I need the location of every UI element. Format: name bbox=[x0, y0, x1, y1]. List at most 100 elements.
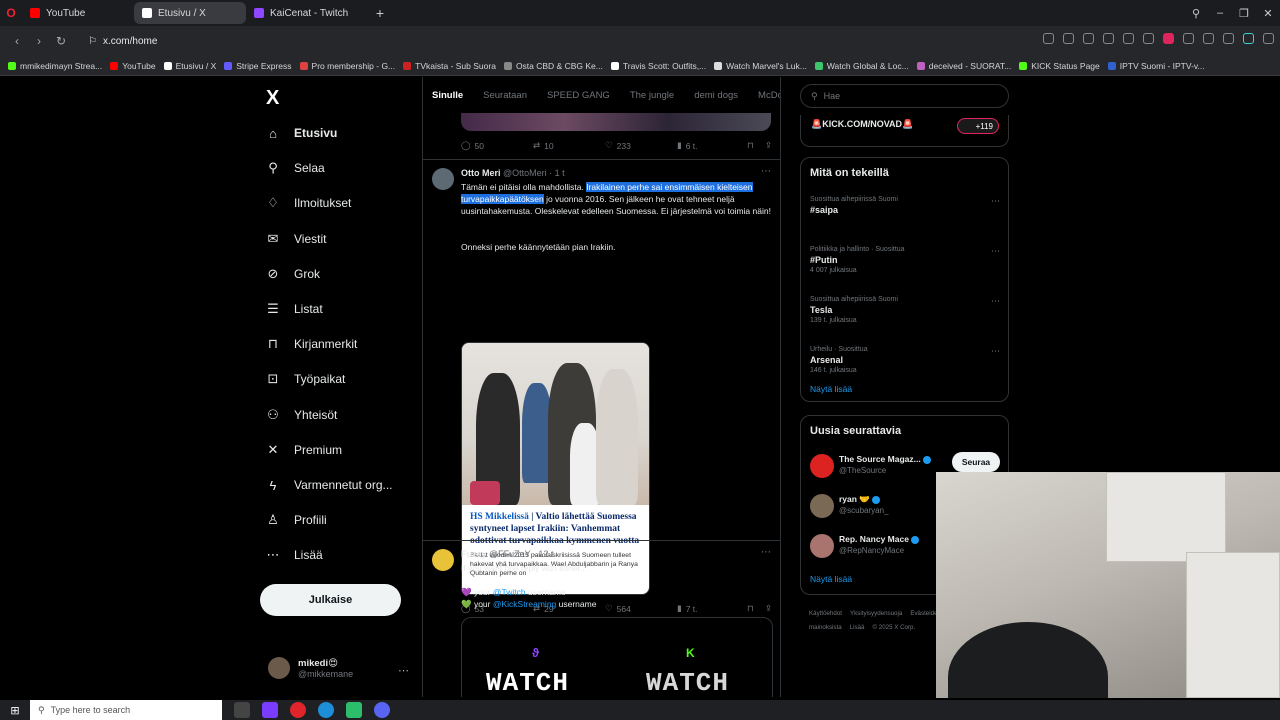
bookmark-item[interactable]: mmikedimayn Strea... bbox=[8, 61, 102, 71]
account-more-icon[interactable]: ⋯ bbox=[398, 664, 409, 677]
trends-show-more[interactable]: Näytä lisää bbox=[810, 384, 852, 394]
nav-item-etusivu[interactable]: ⌂ Etusivu bbox=[266, 126, 337, 141]
tab-feed[interactable]: SPEED GANG bbox=[547, 90, 610, 101]
camera-icon[interactable] bbox=[1043, 33, 1054, 44]
opera-browser-icon[interactable] bbox=[290, 702, 306, 718]
follow-button[interactable]: Seuraa bbox=[952, 452, 1000, 472]
edit-icon[interactable] bbox=[1063, 33, 1074, 44]
vpn-icon[interactable] bbox=[1103, 33, 1114, 44]
nav-item-ilmoitukset[interactable]: ♢ Ilmoitukset bbox=[266, 195, 351, 210]
avatar[interactable] bbox=[810, 454, 834, 478]
adblock-icon[interactable] bbox=[1123, 33, 1134, 44]
bookmark-item[interactable]: Etusivu / X bbox=[163, 61, 216, 71]
url-field[interactable]: ⚐ x.com/home bbox=[88, 36, 157, 47]
extension-icon[interactable] bbox=[1243, 33, 1254, 44]
nav-item-lisää[interactable]: ⋯ Lisää bbox=[266, 547, 323, 562]
minimize-button[interactable]: – bbox=[1208, 0, 1232, 26]
share-icon[interactable]: ⇪ bbox=[765, 140, 772, 151]
discord-icon[interactable] bbox=[374, 702, 390, 718]
bookmark-item[interactable]: Watch Marvel's Luk... bbox=[714, 61, 807, 71]
trend-item[interactable]: Urheilu · Suosittua Arsenal 146 t. julkais… bbox=[810, 346, 1000, 374]
bookmark-icon[interactable]: ⊓ bbox=[747, 140, 754, 151]
tab-feed[interactable]: The jungle bbox=[630, 90, 674, 101]
footer-link[interactable]: Käyttöehdot bbox=[809, 610, 842, 617]
reload-button[interactable]: ↻ bbox=[50, 34, 72, 48]
avatar[interactable] bbox=[432, 549, 454, 571]
tab-twitch[interactable]: KaiCenat - Twitch bbox=[246, 2, 358, 24]
live-badge[interactable]: +119 bbox=[957, 118, 999, 134]
more-icon[interactable]: ⋯ bbox=[991, 196, 1000, 207]
author-name[interactable]: Otto Meri bbox=[461, 168, 501, 178]
footer-link[interactable]: Yksityisyydensuoja bbox=[850, 610, 902, 617]
nav-item-selaa[interactable]: ⚲ Selaa bbox=[266, 160, 324, 175]
opera-logo-icon[interactable]: O bbox=[0, 2, 22, 24]
lock-icon[interactable] bbox=[1223, 33, 1234, 44]
tab-feed[interactable]: McDonal bbox=[758, 90, 780, 101]
more-icon[interactable]: ⋯ bbox=[991, 296, 1000, 307]
twitch-mention-link[interactable]: @Twitch bbox=[493, 587, 526, 597]
author-name[interactable]: Fuzey bbox=[461, 549, 487, 559]
nav-item-työpaikat[interactable]: ⊡ Työpaikat bbox=[266, 371, 346, 386]
trend-item[interactable]: Suosittua aihepiirissä Suomi #saipa ⋯ bbox=[810, 196, 1000, 217]
views-button[interactable]: ▮ 6 t. bbox=[677, 140, 749, 151]
previous-post-media[interactable] bbox=[461, 113, 771, 131]
nav-item-kirjanmerkit[interactable]: ⊓ Kirjanmerkit bbox=[266, 336, 357, 351]
tab-youtube[interactable]: YouTube bbox=[22, 2, 134, 24]
new-tab-button[interactable]: + bbox=[372, 5, 388, 21]
nav-item-viestit[interactable]: ✉ Viestit bbox=[266, 231, 327, 246]
bookmark-item[interactable]: Stripe Express bbox=[224, 61, 292, 71]
screenshot-icon[interactable] bbox=[1083, 33, 1094, 44]
tweet-media-card[interactable]: ϑ K WATCH WATCH bbox=[461, 617, 773, 697]
search-input[interactable]: ⚲ Hae bbox=[800, 84, 1009, 108]
tweet-otto-meri[interactable]: Otto Meri @OttoMeri · 1 t ⋯ Tämän ei pit… bbox=[423, 159, 780, 614]
avatar[interactable] bbox=[432, 168, 454, 190]
more-icon[interactable]: ⋯ bbox=[991, 346, 1000, 357]
trend-item[interactable]: Politiikka ja hallinto · Suosittua #Putin… bbox=[810, 246, 1000, 274]
more-icon[interactable]: ⋯ bbox=[761, 166, 771, 177]
tab-feed[interactable]: demi dogs bbox=[694, 90, 738, 101]
nav-item-listat[interactable]: ☰ Listat bbox=[266, 301, 323, 316]
bookmark-item[interactable]: Osta CBD & CBG Ke... bbox=[503, 61, 603, 71]
nav-item-yhteisöt[interactable]: ⚇ Yhteisöt bbox=[266, 407, 337, 422]
who-show-more[interactable]: Näytä lisää bbox=[810, 574, 852, 584]
task-view-icon[interactable] bbox=[234, 702, 250, 718]
app-icon[interactable] bbox=[262, 702, 278, 718]
taskbar-search-input[interactable]: ⚲ Type here to search bbox=[30, 700, 222, 720]
tab-feed[interactable]: Seurataan bbox=[483, 90, 527, 101]
live-banner[interactable]: 🚨KICK.COM/NOVAD🚨 +119 bbox=[800, 115, 1009, 147]
footer-link[interactable]: Lisää bbox=[850, 624, 865, 631]
account-switcher[interactable]: mikedi😍 @mikkemane bbox=[268, 657, 353, 679]
back-button[interactable]: ‹ bbox=[6, 34, 28, 48]
bookmark-item[interactable]: Watch Global & Loc... bbox=[814, 61, 909, 71]
footer-link[interactable]: © 2025 X Corp. bbox=[872, 624, 915, 631]
avatar[interactable] bbox=[810, 534, 834, 558]
bookmark-item[interactable]: Pro membership - G... bbox=[299, 61, 395, 71]
edge-browser-icon[interactable] bbox=[318, 702, 334, 718]
maximize-button[interactable]: ❐ bbox=[1232, 0, 1256, 26]
more-icon[interactable]: ⋯ bbox=[761, 547, 771, 558]
menu-icon[interactable] bbox=[1263, 33, 1274, 44]
bookmark-item[interactable]: IPTV Suomi - IPTV-v... bbox=[1107, 61, 1205, 71]
site-info-icon[interactable]: ⚐ bbox=[88, 36, 97, 47]
reply-button[interactable]: ◯ 50 bbox=[461, 140, 533, 151]
forward-button[interactable]: › bbox=[28, 34, 50, 48]
post-button[interactable]: Julkaise bbox=[260, 584, 401, 616]
nav-item-grok[interactable]: ⊘ Grok bbox=[266, 266, 320, 281]
nav-item-profiili[interactable]: ♙ Profiili bbox=[266, 512, 327, 527]
repost-button[interactable]: ⇄ 10 bbox=[533, 140, 605, 151]
download-icon[interactable] bbox=[1183, 33, 1194, 44]
tab-feed[interactable]: Sinulle bbox=[432, 90, 463, 101]
app-icon[interactable] bbox=[346, 702, 362, 718]
bookmark-item[interactable]: Travis Scott: Outfits,... bbox=[610, 61, 706, 71]
avatar[interactable] bbox=[810, 494, 834, 518]
sidebar-icon[interactable] bbox=[1203, 33, 1214, 44]
bookmark-item[interactable]: YouTube bbox=[110, 61, 156, 71]
like-button[interactable]: ♡ 233 bbox=[605, 140, 677, 151]
trend-item[interactable]: Suosittua aihepiirissä Suomi Tesla 139 t. … bbox=[810, 296, 1000, 324]
search-tabs-icon[interactable]: ⚲ bbox=[1184, 0, 1208, 26]
nav-item-varmennetut-org[interactable]: ϟ Varmennetut org... bbox=[266, 478, 393, 493]
bookmark-item[interactable]: KICK Status Page bbox=[1019, 61, 1100, 71]
close-window-button[interactable]: ✕ bbox=[1256, 0, 1280, 26]
heart-icon[interactable] bbox=[1163, 33, 1174, 44]
x-logo[interactable]: X bbox=[266, 87, 279, 110]
